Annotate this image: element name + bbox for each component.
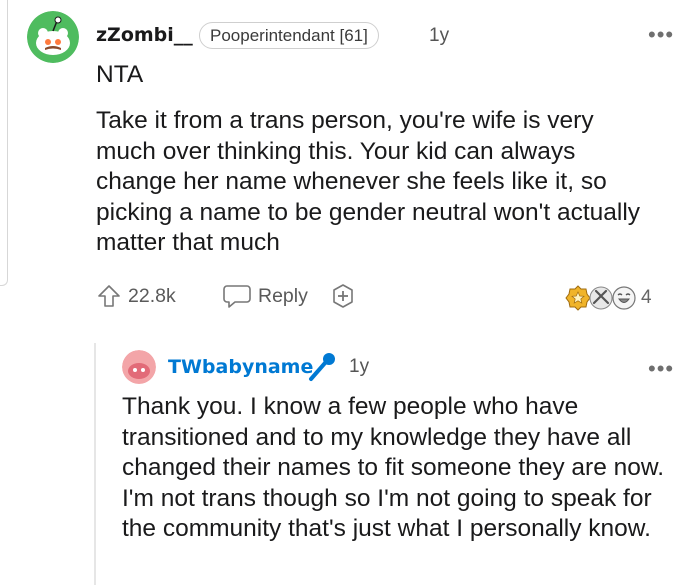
chat-bubble-icon	[223, 285, 251, 308]
give-award-button[interactable]	[330, 283, 356, 309]
reply-username[interactable]: TWbabyname	[168, 356, 313, 378]
avatar[interactable]	[27, 11, 79, 63]
snoo-avatar-icon	[122, 350, 156, 384]
award-count: 4	[641, 287, 652, 308]
upvote-arrow-icon	[98, 285, 120, 307]
comment-verdict: NTA	[96, 61, 144, 88]
comment-body: Take it from a trans person, you're wife…	[96, 107, 641, 256]
reply-body: Thank you. I know a few people who have …	[122, 393, 665, 542]
laughing-face-award-icon	[612, 286, 636, 310]
reply-timestamp: 1y	[349, 356, 370, 377]
upvote-button[interactable]: 22.8k	[96, 283, 176, 309]
microphone-icon	[309, 353, 335, 381]
comment-username[interactable]: zZombi__	[96, 24, 193, 46]
awards-group[interactable]: 4	[565, 285, 652, 311]
reply-thread-line	[94, 343, 96, 585]
add-award-icon	[333, 284, 353, 308]
user-flair: Pooperintendant [61]	[199, 22, 379, 49]
thread-line-left	[0, 0, 8, 286]
comment-timestamp: 1y	[429, 25, 450, 46]
reply-avatar[interactable]	[122, 350, 156, 384]
reply-label: Reply	[258, 284, 308, 307]
more-options-icon[interactable]: •••	[648, 24, 674, 46]
snoo-avatar-icon	[27, 11, 79, 63]
reply-button[interactable]: Reply	[222, 283, 308, 309]
more-options-icon[interactable]: •••	[648, 358, 674, 380]
upvote-count: 22.8k	[128, 284, 176, 307]
